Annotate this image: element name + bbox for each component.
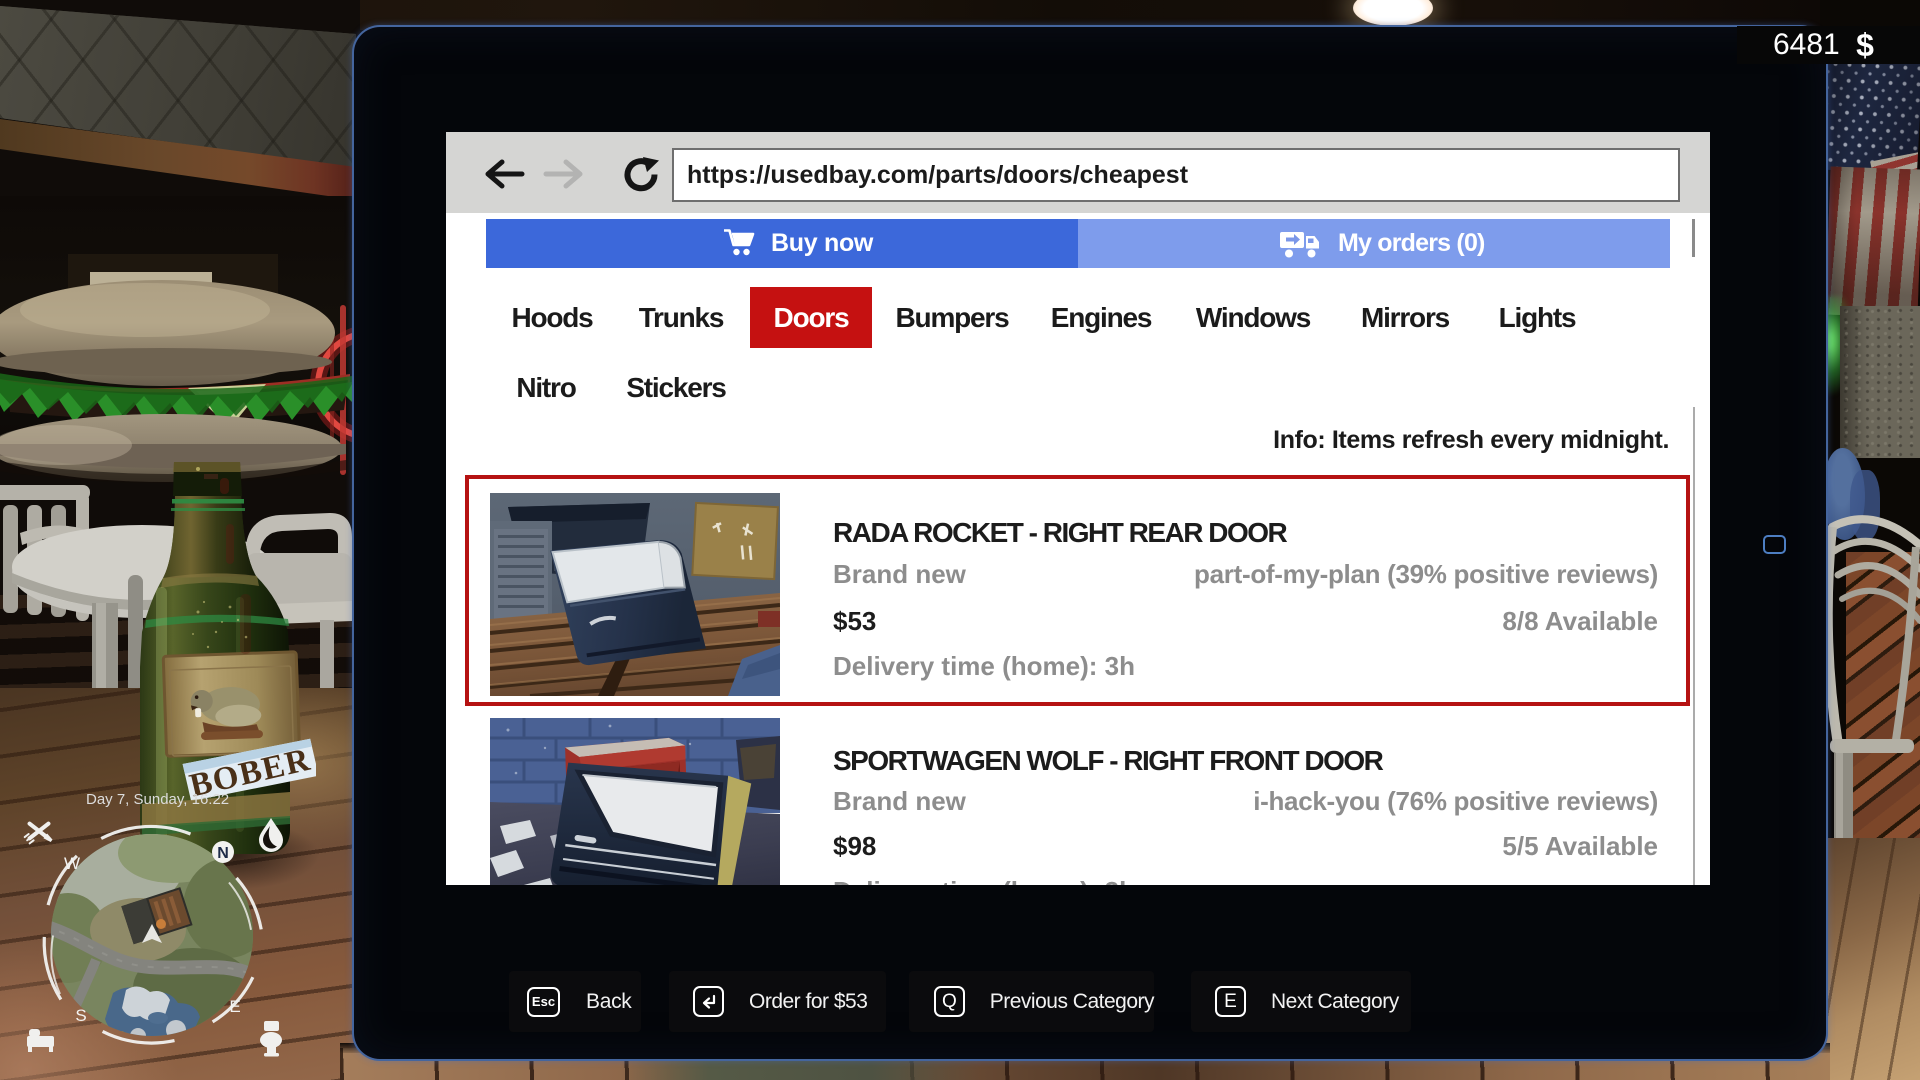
svg-text:W: W [64,854,80,873]
svg-text:E: E [229,997,240,1016]
svg-text:N: N [217,845,229,862]
svg-text:S: S [75,1006,86,1025]
svg-text:Day 7, Sunday, 16:22: Day 7, Sunday, 16:22 [86,791,229,808]
